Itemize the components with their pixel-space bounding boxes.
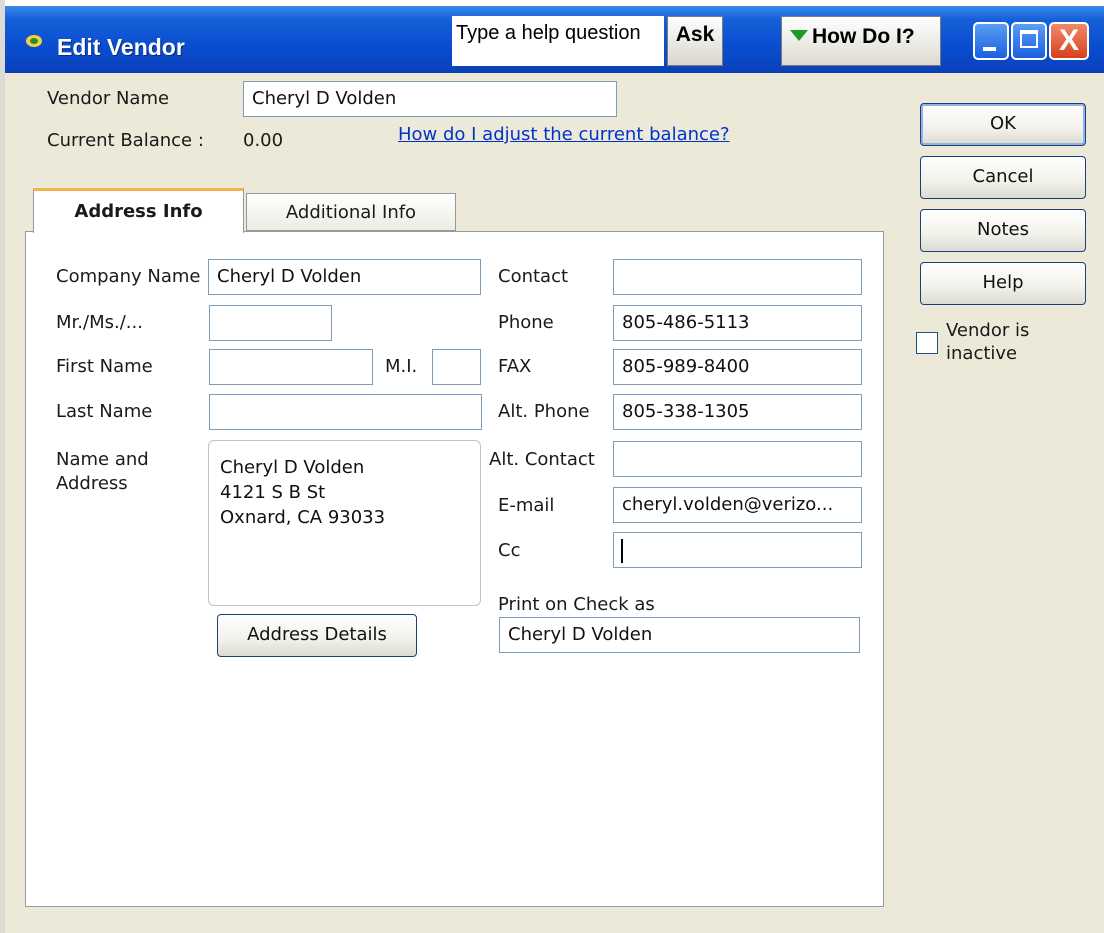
email-label: E-mail [498, 495, 555, 516]
minimize-icon [983, 47, 996, 51]
close-button[interactable]: X [1049, 22, 1089, 60]
name-address-textarea[interactable]: Cheryl D Volden 4121 S B St Oxnard, CA 9… [208, 440, 481, 606]
help-question-input[interactable]: Type a help question [452, 16, 664, 66]
last-name-input[interactable] [209, 394, 482, 430]
cc-input[interactable] [613, 532, 862, 568]
tab-address-info[interactable]: Address Info [33, 188, 244, 233]
email-input[interactable]: cheryl.volden@verizo... [613, 487, 862, 523]
cc-label: Cc [498, 540, 521, 561]
phone-input[interactable]: 805-486-5113 [613, 305, 862, 341]
address-line: Cheryl D Volden [220, 457, 365, 478]
first-name-label: First Name [56, 356, 153, 377]
alt-contact-input[interactable] [613, 441, 862, 477]
vendor-inactive-label-line1: Vendor is [946, 320, 1030, 341]
phone-label: Phone [498, 312, 554, 333]
address-line: Oxnard, CA 93033 [220, 507, 386, 528]
address-line: 4121 S B St [220, 482, 326, 503]
name-address-label-line1: Name and [56, 449, 149, 470]
alt-phone-input[interactable]: 805-338-1305 [613, 394, 862, 430]
tab-additional-info[interactable]: Additional Info [246, 193, 456, 231]
address-details-button[interactable]: Address Details [217, 614, 417, 657]
name-address-label-line2: Address [56, 473, 128, 494]
app-logo-icon [26, 35, 42, 47]
salutation-label: Mr./Ms./... [56, 312, 143, 333]
ok-button[interactable]: OK [920, 103, 1086, 146]
company-name-label: Company Name [56, 266, 201, 287]
contact-input[interactable] [613, 259, 862, 295]
print-on-check-input[interactable]: Cheryl D Volden [499, 617, 860, 653]
vendor-name-input[interactable]: Cheryl D Volden [243, 81, 617, 117]
adjust-balance-link[interactable]: How do I adjust the current balance? [398, 124, 730, 145]
alt-phone-label: Alt. Phone [498, 401, 590, 422]
last-name-label: Last Name [56, 401, 153, 422]
first-name-input[interactable] [209, 349, 373, 385]
triangle-down-icon [790, 30, 808, 41]
ask-button[interactable]: Ask [667, 16, 723, 66]
print-on-check-label: Print on Check as [498, 594, 655, 615]
salutation-input[interactable] [209, 305, 332, 341]
cancel-button[interactable]: Cancel [920, 156, 1086, 199]
maximize-button[interactable] [1011, 22, 1047, 60]
company-name-input[interactable]: Cheryl D Volden [208, 259, 481, 295]
mi-label: M.I. [385, 356, 418, 377]
window-left-edge [0, 0, 5, 933]
notes-button[interactable]: Notes [920, 209, 1086, 252]
minimize-button[interactable] [973, 22, 1009, 60]
window-title: Edit Vendor [57, 34, 185, 60]
vendor-inactive-label-line2: inactive [946, 343, 1018, 364]
vendor-name-label: Vendor Name [47, 88, 170, 109]
how-do-i-button[interactable]: How Do I? [781, 16, 941, 66]
vendor-inactive-checkbox[interactable] [916, 332, 938, 354]
current-balance-label: Current Balance : [47, 130, 204, 151]
how-do-i-label: How Do I? [812, 25, 915, 48]
current-balance-value: 0.00 [243, 130, 284, 151]
fax-input[interactable]: 805-989-8400 [613, 349, 862, 385]
alt-contact-label: Alt. Contact [489, 449, 595, 470]
mi-input[interactable] [432, 349, 481, 385]
help-button[interactable]: Help [920, 262, 1086, 305]
maximize-icon [1020, 30, 1038, 48]
contact-label: Contact [498, 266, 569, 287]
fax-label: FAX [498, 356, 532, 377]
text-cursor [621, 539, 623, 563]
close-icon: X [1058, 24, 1079, 57]
